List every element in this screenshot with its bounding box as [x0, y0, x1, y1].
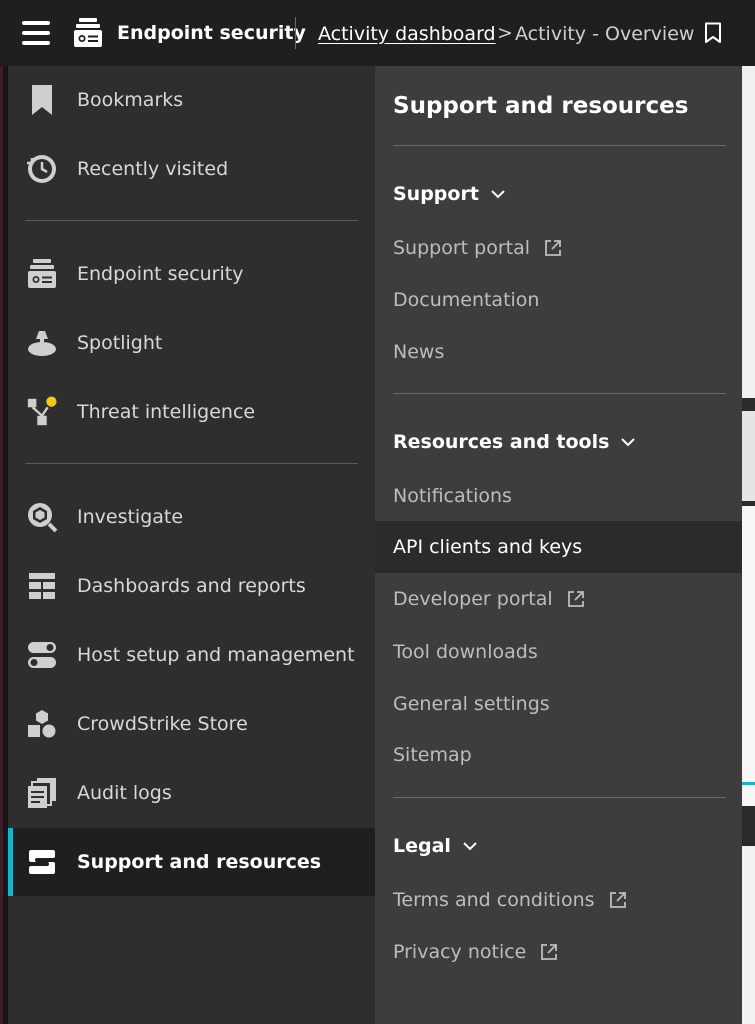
link-api-clients-and-keys[interactable]: API clients and keys — [375, 521, 742, 573]
sidebar-item-label: Audit logs — [77, 782, 172, 804]
sidebar-item-bookmarks[interactable]: Bookmarks — [8, 66, 375, 134]
breadcrumb-current: Activity - Overview — [515, 23, 695, 45]
link-label: General settings — [393, 693, 550, 715]
topbar-divider — [295, 17, 296, 49]
chevron-down-icon — [621, 438, 636, 447]
audit-logs-icon — [26, 777, 58, 809]
sidebar-item-label: Investigate — [77, 506, 184, 528]
background-accent — [742, 782, 755, 785]
link-label: Developer portal — [393, 588, 553, 610]
sidebar-item-label: Threat intelligence — [77, 401, 256, 423]
panel-divider — [393, 797, 726, 798]
panel-divider — [393, 145, 726, 146]
dashboards-icon — [26, 570, 58, 602]
sidebar-item-label: Spotlight — [77, 332, 163, 354]
host-setup-icon — [26, 639, 58, 671]
external-link-icon — [545, 240, 561, 256]
store-icon — [26, 708, 58, 740]
link-news[interactable]: News — [393, 341, 444, 363]
link-notifications[interactable]: Notifications — [393, 485, 512, 507]
sidebar-item-recently-visited[interactable]: Recently visited — [8, 135, 375, 203]
link-privacy-notice[interactable]: Privacy notice — [393, 941, 558, 963]
top-bar: Endpoint security Activity dashboard > A… — [0, 0, 755, 66]
link-label: Terms and conditions — [393, 889, 595, 911]
link-tool-downloads[interactable]: Tool downloads — [393, 641, 538, 663]
sidebar-item-dashboards-and-reports[interactable]: Dashboards and reports — [8, 552, 375, 620]
section-legal-toggle[interactable]: Legal — [393, 835, 477, 857]
spotlight-icon — [26, 327, 58, 359]
background-content — [742, 411, 755, 501]
external-link-icon — [541, 944, 558, 960]
main-navigation: Bookmarks Recently visited Endpoint secu… — [8, 66, 375, 1024]
window-edge — [0, 0, 8, 1024]
link-documentation[interactable]: Documentation — [393, 289, 539, 311]
sidebar-item-label: Recently visited — [77, 158, 229, 180]
sidebar-item-audit-logs[interactable]: Audit logs — [8, 759, 375, 827]
investigate-icon — [26, 501, 58, 533]
sidebar-item-spotlight[interactable]: Spotlight — [8, 309, 375, 377]
hamburger-icon[interactable] — [22, 21, 50, 45]
breadcrumb-separator: > — [497, 22, 513, 44]
chevron-down-icon — [463, 842, 477, 851]
background-content — [742, 846, 755, 1024]
chevron-down-icon — [491, 190, 505, 199]
sidebar-item-label: CrowdStrike Store — [77, 713, 248, 735]
sidebar-item-label: Dashboards and reports — [77, 575, 306, 597]
background-content — [742, 506, 755, 806]
bookmark-icon[interactable] — [704, 22, 722, 44]
link-sitemap[interactable]: Sitemap — [393, 744, 472, 766]
bookmark-icon — [26, 84, 58, 116]
external-link-icon — [609, 892, 626, 908]
threat-intelligence-icon — [26, 396, 58, 428]
background-page — [742, 66, 755, 1024]
sidebar-item-label: Host setup and management — [77, 644, 355, 666]
history-icon — [26, 153, 58, 185]
app-name[interactable]: Endpoint security — [117, 22, 306, 44]
support-resources-panel: Support and resources Support Support po… — [375, 66, 742, 1024]
link-label: Support portal — [393, 237, 531, 259]
sidebar-item-endpoint-security[interactable]: Endpoint security — [8, 240, 375, 308]
link-label: Privacy notice — [393, 941, 527, 963]
sidebar-item-label: Support and resources — [77, 851, 322, 873]
section-resources-and-tools-toggle[interactable]: Resources and tools — [393, 431, 636, 453]
link-label: Notifications — [393, 485, 512, 507]
section-heading: Resources and tools — [393, 431, 610, 453]
nav-divider — [25, 463, 358, 464]
link-label: Tool downloads — [393, 641, 538, 663]
external-link-icon — [567, 591, 584, 607]
link-developer-portal[interactable]: Developer portal — [393, 588, 585, 610]
link-label: Sitemap — [393, 744, 472, 766]
section-heading: Legal — [393, 835, 451, 857]
endpoint-security-icon — [26, 258, 58, 290]
endpoint-security-icon — [74, 18, 102, 47]
link-general-settings[interactable]: General settings — [393, 693, 550, 715]
link-label: News — [393, 341, 445, 363]
link-terms-and-conditions[interactable]: Terms and conditions — [393, 889, 627, 911]
panel-divider — [393, 393, 726, 394]
sidebar-item-support-and-resources[interactable]: Support and resources — [8, 828, 375, 896]
panel-title: Support and resources — [393, 93, 689, 119]
sidebar-item-crowdstrike-store[interactable]: CrowdStrike Store — [8, 690, 375, 758]
link-label: Documentation — [393, 289, 540, 311]
breadcrumb-activity-dashboard[interactable]: Activity dashboard — [318, 23, 496, 45]
support-resources-icon — [26, 846, 58, 878]
sidebar-item-threat-intelligence[interactable]: Threat intelligence — [8, 378, 375, 446]
background-content — [742, 66, 755, 398]
link-label: API clients and keys — [393, 536, 583, 558]
sidebar-item-host-setup-and-management[interactable]: Host setup and management — [8, 621, 375, 689]
sidebar-item-label: Endpoint security — [77, 263, 244, 285]
sidebar-item-label: Bookmarks — [77, 89, 184, 111]
nav-divider — [25, 220, 358, 221]
section-support-toggle[interactable]: Support — [393, 183, 505, 205]
link-support-portal[interactable]: Support portal — [393, 237, 562, 259]
section-heading: Support — [393, 183, 479, 205]
sidebar-item-investigate[interactable]: Investigate — [8, 483, 375, 551]
